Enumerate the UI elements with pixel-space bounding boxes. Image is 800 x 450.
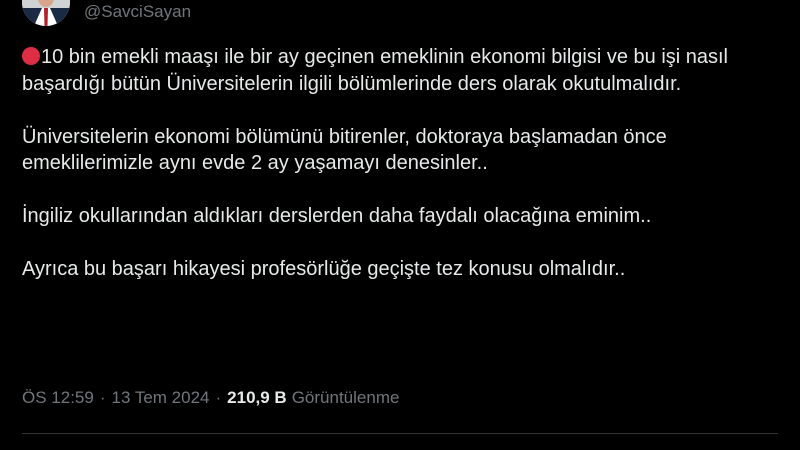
tweet-paragraph: Üniversitelerin ekonomi bölümünü bitiren… — [22, 125, 667, 175]
red-circle-emoji-icon — [22, 47, 40, 65]
tweet-paragraph: İngiliz okullarından aldıkları derslerde… — [22, 205, 652, 227]
author-handle[interactable]: @SavciSayan — [84, 2, 191, 22]
tweet-paragraph: Ayrıca bu başarı hikayesi profesörlüğe g… — [22, 258, 626, 280]
tweet-paragraph-text: 10 bin emekli maaşı ile bir ay geçinen e… — [22, 46, 729, 95]
tweet-meta: ÖS 12:59 · 13 Tem 2024 · 210,9 B Görüntü… — [22, 388, 399, 408]
divider — [22, 433, 778, 434]
meta-separator: · — [99, 388, 106, 407]
tweet-paragraph: 10 bin emekli maaşı ile bir ay geçinen e… — [22, 44, 782, 97]
meta-separator: · — [215, 388, 222, 407]
views-label: Görüntülenme — [291, 388, 400, 407]
tweet-text: 10 bin emekli maaşı ile bir ay geçinen e… — [22, 44, 782, 283]
tweet-date[interactable]: 13 Tem 2024 — [112, 388, 210, 408]
avatar[interactable] — [22, 0, 70, 26]
profile-photo-icon — [22, 0, 70, 26]
tweet-header: @SavciSayan — [22, 0, 191, 26]
views-count[interactable]: 210,9 B — [227, 388, 287, 408]
tweet-time[interactable]: ÖS 12:59 — [22, 388, 94, 408]
